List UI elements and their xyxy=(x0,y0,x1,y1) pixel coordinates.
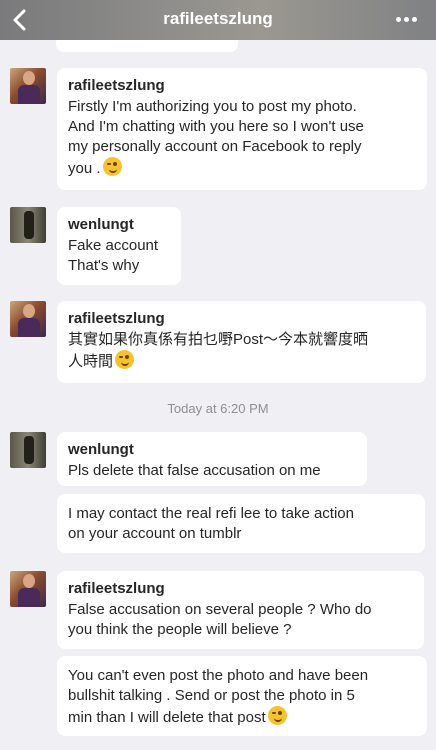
message-bubble: wenlungt Fake account That's why xyxy=(57,207,181,285)
sender-name: rafileetszlung xyxy=(68,580,165,597)
avatar[interactable] xyxy=(10,432,46,468)
more-options-icon[interactable] xyxy=(396,17,418,23)
winking-face-icon xyxy=(267,706,287,725)
message-text: I may contact the real refi lee to take … xyxy=(68,505,354,542)
message-text: Fake account That's why xyxy=(68,237,159,274)
sender-name: wenlungt xyxy=(68,216,134,233)
message-bubble: wenlungt Pls delete that false accusatio… xyxy=(57,432,367,486)
message-bubble: rafileetszlung Firstly I'm authorizing y… xyxy=(57,68,427,190)
chat-title[interactable]: rafileetszlung xyxy=(0,9,436,29)
avatar[interactable] xyxy=(10,301,46,337)
message-text: Pls delete that false accusation on me xyxy=(68,462,321,479)
avatar[interactable] xyxy=(10,571,46,607)
message-bubble: rafileetszlung 其實如果你真係有拍乜嘢Post～今本就響度晒 人時… xyxy=(57,301,426,383)
message-bubble: You can't even post the photo and have b… xyxy=(57,656,427,736)
sender-name: rafileetszlung xyxy=(68,77,165,94)
message-bubble: I may contact the real refi lee to take … xyxy=(57,494,425,553)
avatar[interactable] xyxy=(10,68,46,104)
sender-name: wenlungt xyxy=(68,441,134,458)
avatar[interactable] xyxy=(10,207,46,243)
winking-face-icon xyxy=(102,157,122,176)
winking-face-icon xyxy=(115,350,135,369)
message-bubble: rafileetszlung False accusation on sever… xyxy=(57,571,424,649)
message-text: Firstly I'm authorizing you to post my p… xyxy=(68,98,364,177)
chat-header: rafileetszlung xyxy=(0,0,436,40)
message-text: False accusation on several people ? Who… xyxy=(68,601,372,638)
message-text: You can't even post the photo and have b… xyxy=(68,667,369,726)
message-text: 其實如果你真係有拍乜嘢Post～今本就響度晒 人時間 xyxy=(68,331,369,370)
sender-name: rafileetszlung xyxy=(68,310,165,327)
timestamp: Today at 6:20 PM xyxy=(167,401,269,416)
